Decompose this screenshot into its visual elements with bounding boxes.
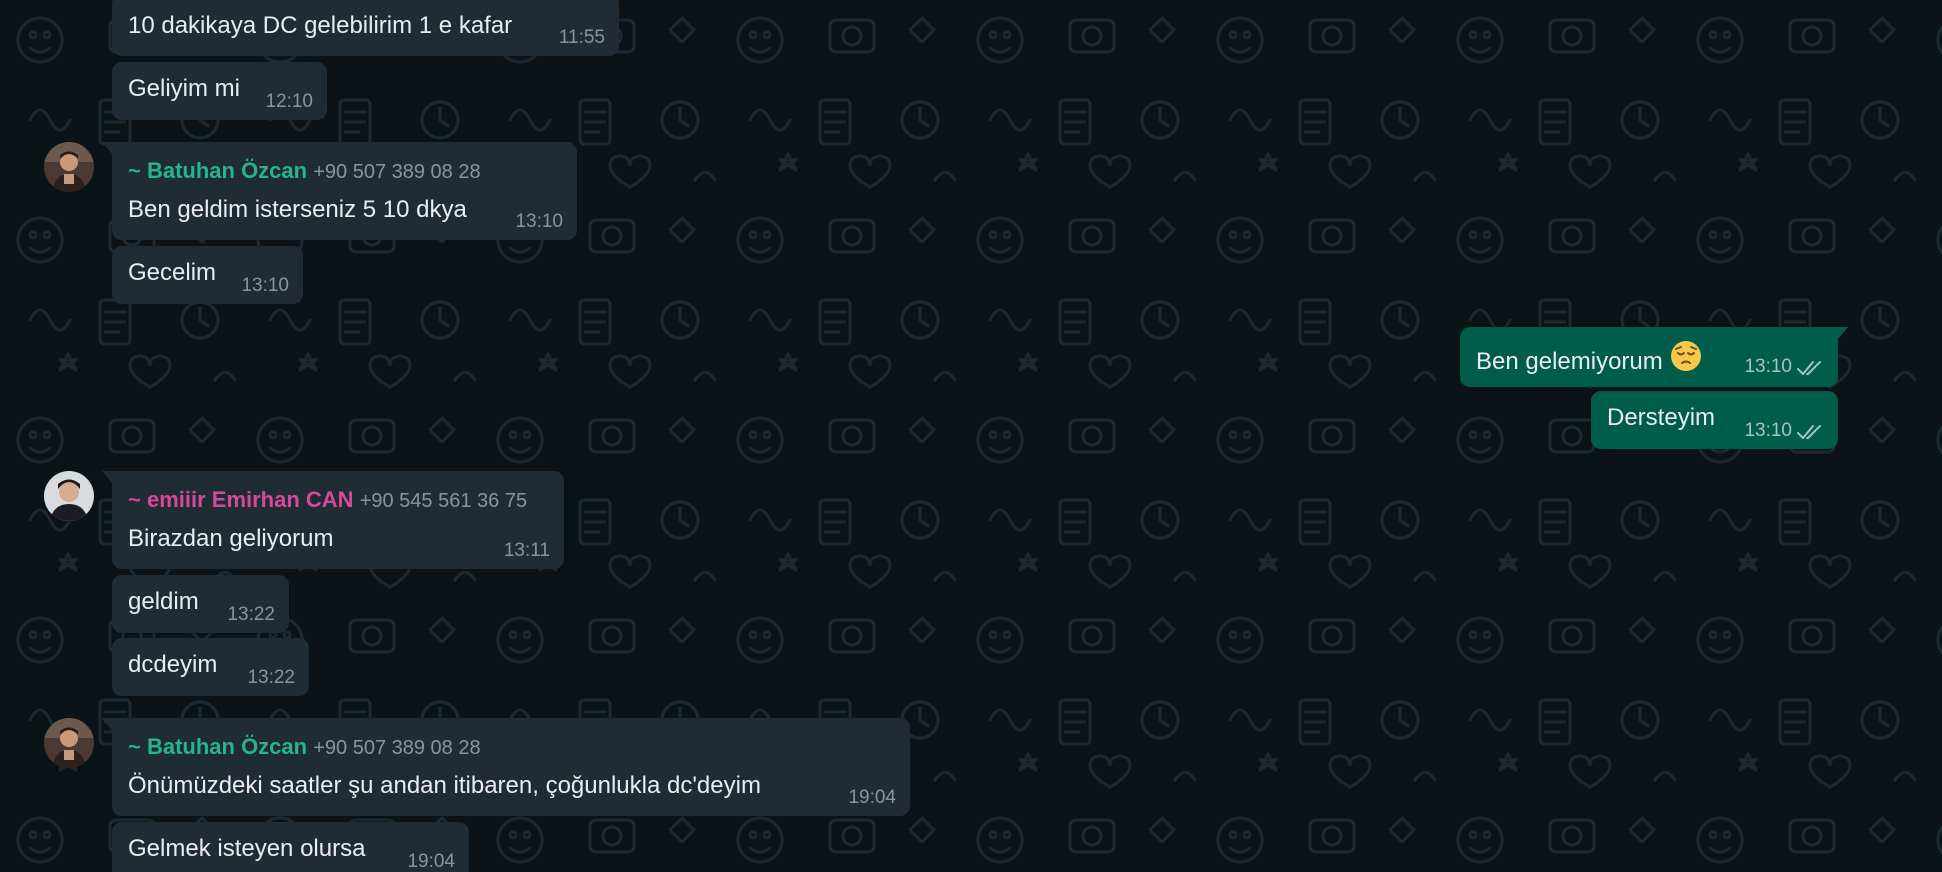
message-time: 13:11 bbox=[503, 540, 550, 561]
message-bubble[interactable]: Gelmek isteyen olursa 19:04 bbox=[112, 822, 469, 872]
message-text: geldim bbox=[128, 588, 199, 615]
message-time: 13:10 bbox=[1744, 356, 1792, 377]
chat-area[interactable]: 10 dakikaya DC gelebilirim 1 e kafar 11:… bbox=[0, 0, 1942, 872]
message-bubble[interactable]: geldim 13:22 bbox=[112, 575, 289, 633]
bubble-tail bbox=[102, 142, 112, 154]
message-bubble-outgoing[interactable]: Ben gelemiyorum 13:10 bbox=[1460, 327, 1848, 387]
sender-phone: +90 507 389 08 28 bbox=[313, 737, 481, 759]
sender-header: ~ Batuhan Özcan +90 507 389 08 28 bbox=[128, 158, 481, 185]
sender-name[interactable]: ~ Batuhan Özcan bbox=[128, 734, 307, 759]
message-bubble-outgoing[interactable]: Dersteyim 13:10 bbox=[1591, 391, 1838, 449]
message-time: 19:04 bbox=[848, 787, 896, 808]
avatar[interactable] bbox=[44, 718, 94, 768]
avatar[interactable] bbox=[44, 142, 94, 192]
message-text: Ben geldim isterseniz 5 10 dkya bbox=[128, 196, 467, 223]
message-bubble[interactable]: dcdeyim 13:22 bbox=[112, 638, 309, 696]
message-time: 19:04 bbox=[407, 851, 455, 872]
message-text: 10 dakikaya DC gelebilirim 1 e kafar bbox=[128, 12, 513, 39]
message-time: 13:22 bbox=[227, 604, 275, 625]
bubble-tail bbox=[1838, 327, 1848, 339]
message-time: 13:10 bbox=[241, 275, 289, 296]
pensive-face-icon bbox=[1669, 339, 1703, 380]
sender-name[interactable]: ~ Batuhan Özcan bbox=[128, 158, 307, 183]
bubble-tail bbox=[102, 718, 112, 730]
message-text: Dersteyim bbox=[1607, 404, 1716, 431]
sender-phone: +90 545 561 36 75 bbox=[359, 490, 528, 512]
message-bubble[interactable]: Gecelim 13:10 bbox=[112, 246, 303, 304]
message-text: Birazdan geliyorum bbox=[128, 525, 334, 552]
message-text: dcdeyim bbox=[128, 651, 218, 678]
message-text: Ben gelemiyorum bbox=[1476, 339, 1703, 380]
message-text: Geliyim mi bbox=[128, 75, 240, 102]
message-time: 12:10 bbox=[265, 91, 313, 112]
message-text: Gecelim bbox=[128, 259, 217, 286]
read-receipt-icon bbox=[1797, 425, 1821, 439]
sender-header: ~ Batuhan Özcan +90 507 389 08 28 bbox=[128, 734, 481, 761]
message-text: Gelmek isteyen olursa bbox=[128, 835, 366, 862]
message-bubble[interactable]: 10 dakikaya DC gelebilirim 1 e kafar 11:… bbox=[112, 0, 619, 56]
message-time: 11:55 bbox=[558, 27, 605, 48]
message-bubble[interactable]: ~ Batuhan Özcan +90 507 389 08 28 Ben ge… bbox=[102, 142, 577, 240]
avatar[interactable] bbox=[44, 471, 94, 521]
message-time: 13:10 bbox=[1744, 420, 1792, 441]
message-bubble[interactable]: ~ emiiir Emirhan CAN +90 545 561 36 75 B… bbox=[102, 471, 564, 569]
read-receipt-icon bbox=[1797, 361, 1821, 375]
sender-phone: +90 507 389 08 28 bbox=[313, 161, 481, 183]
message-time: 13:22 bbox=[247, 667, 295, 688]
message-bubble[interactable]: Geliyim mi 12:10 bbox=[112, 62, 327, 120]
message-bubble[interactable]: ~ Batuhan Özcan +90 507 389 08 28 Önümüz… bbox=[102, 718, 910, 816]
message-text: Önümüzdeki saatler şu andan itibaren, ço… bbox=[128, 772, 761, 799]
sender-header: ~ emiiir Emirhan CAN +90 545 561 36 75 bbox=[128, 487, 527, 514]
bubble-tail bbox=[102, 471, 112, 483]
message-time: 13:10 bbox=[515, 211, 563, 232]
sender-name[interactable]: ~ emiiir Emirhan CAN bbox=[128, 487, 354, 512]
